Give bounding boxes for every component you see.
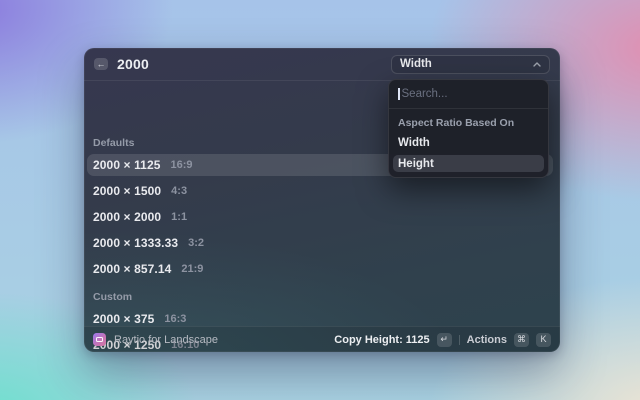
k-key-badge[interactable]: K bbox=[536, 333, 551, 347]
item-ratio: 16:9 bbox=[171, 159, 193, 171]
item-ratio: 4:3 bbox=[171, 185, 187, 197]
item-ratio: 3:2 bbox=[188, 237, 204, 249]
aspect-frame-icon bbox=[96, 337, 103, 342]
back-arrow-icon: ← bbox=[97, 60, 106, 69]
item-ratio: 16:3 bbox=[164, 313, 186, 325]
command-key-badge[interactable]: ⌘ bbox=[514, 333, 529, 347]
item-dimensions: 2000 × 857.14 bbox=[93, 262, 171, 276]
dropdown-trigger-label: Width bbox=[400, 58, 432, 70]
footer-bar: Raytio for Landscape Copy Height: 1125 ↵… bbox=[84, 326, 560, 352]
footer-actions: Copy Height: 1125 ↵ Actions ⌘ K bbox=[334, 333, 551, 347]
item-ratio: 21:9 bbox=[181, 263, 203, 275]
item-dimensions: 2000 × 1333.33 bbox=[93, 236, 178, 250]
raytio-app-icon bbox=[93, 333, 106, 346]
item-ratio: 1:1 bbox=[171, 211, 187, 223]
app-name-label: Raytio for Landscape bbox=[114, 334, 218, 346]
item-dimensions: 2000 × 1125 bbox=[93, 158, 161, 172]
list-item-2000x857[interactable]: 2000 × 857.14 21:9 bbox=[87, 258, 553, 280]
search-input[interactable]: 2000 bbox=[117, 56, 149, 72]
list-item-2000x1500[interactable]: 2000 × 1500 4:3 bbox=[87, 180, 553, 202]
aspect-ratio-dropdown-panel: Search... Aspect Ratio Based On Width He… bbox=[388, 79, 549, 178]
dropdown-search-field[interactable]: Search... bbox=[389, 80, 548, 109]
item-dimensions: 2000 × 2000 bbox=[93, 210, 161, 224]
dropdown-search-placeholder: Search... bbox=[402, 88, 448, 100]
dropdown-section-header: Aspect Ratio Based On bbox=[389, 109, 548, 133]
raycast-window: ← 2000 Width Defaults 2000 × 1125 16:9 2… bbox=[84, 48, 560, 352]
list-item-2000x2000[interactable]: 2000 × 2000 1:1 bbox=[87, 206, 553, 228]
aspect-ratio-dropdown-trigger[interactable]: Width bbox=[391, 55, 550, 74]
desktop-background: ← 2000 Width Defaults 2000 × 1125 16:9 2… bbox=[0, 0, 640, 400]
actions-button[interactable]: Actions bbox=[467, 334, 507, 346]
chevron-up-icon bbox=[533, 62, 541, 67]
dropdown-option-width[interactable]: Width bbox=[389, 133, 548, 153]
list-item-2000x1333[interactable]: 2000 × 1333.33 3:2 bbox=[87, 232, 553, 254]
item-dimensions: 2000 × 1500 bbox=[93, 184, 161, 198]
text-cursor bbox=[398, 88, 400, 100]
back-button[interactable]: ← bbox=[94, 58, 108, 70]
item-dimensions: 2000 × 375 bbox=[93, 312, 154, 326]
dropdown-option-height[interactable]: Height bbox=[393, 155, 544, 172]
primary-action-label[interactable]: Copy Height: 1125 bbox=[334, 334, 429, 346]
return-key-badge[interactable]: ↵ bbox=[437, 333, 452, 347]
header-bar: ← 2000 Width bbox=[84, 48, 560, 81]
section-header-custom: Custom bbox=[87, 284, 553, 308]
footer-divider bbox=[459, 335, 460, 345]
